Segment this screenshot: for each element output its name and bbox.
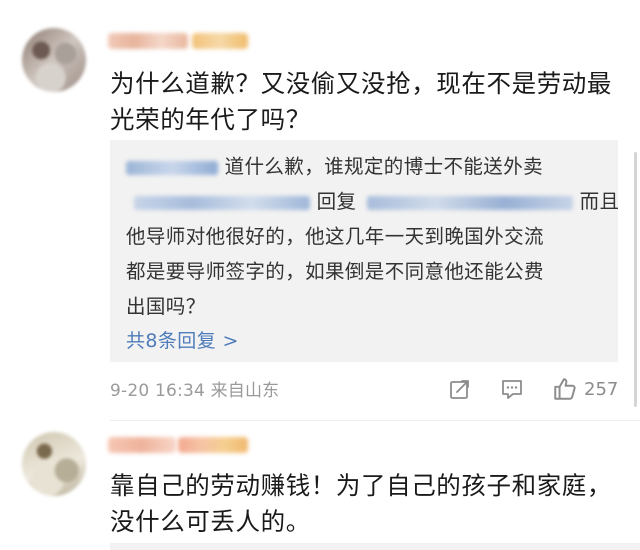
comment-icon [502, 380, 522, 399]
share-button[interactable] [448, 375, 472, 403]
reply-target-blurred[interactable] [367, 195, 574, 210]
comment-text-line: 没什么可丢人的。 [110, 507, 311, 536]
reply-username-blurred[interactable] [126, 160, 218, 175]
username-blurred[interactable] [108, 33, 188, 49]
share-icon [450, 380, 469, 399]
reply-text: 回复 [316, 190, 357, 213]
avatar[interactable] [22, 432, 86, 496]
avatar[interactable] [22, 28, 86, 92]
username-blurred[interactable] [108, 437, 176, 453]
comment-meta: 9-20 16:34 来自山东 [110, 381, 280, 401]
reply-line: 都是要导师签字的，如果倒是不同意他还能公费 [126, 260, 544, 283]
comment-text-line: 光荣的年代了吗？ [110, 105, 311, 134]
reply-text: 而且 [579, 190, 620, 213]
user-badge-blurred [192, 33, 248, 49]
reply-line: 他导师对他很好的，他这几年一天到晚国外交流 [126, 225, 544, 248]
next-reply-box-edge [110, 543, 640, 550]
reply-line: 回复 而且 [126, 185, 619, 214]
thumbs-up-icon [554, 378, 576, 400]
reply-text: 道什么歉，谁规定的博士不能送外卖 [224, 155, 544, 178]
comment-text-line: 靠自己的劳动赚钱！为了自己的孩子和家庭， [110, 471, 612, 500]
comment-button[interactable] [500, 375, 524, 403]
reply-box[interactable]: 道什么歉，谁规定的博士不能送外卖 回复 而且 他导师对他很好的，他这几年一天到晚… [110, 140, 619, 362]
like-count: 257 [584, 378, 619, 400]
view-all-replies-link[interactable]: 共8条回复 > [126, 326, 239, 353]
reply-line: 出国吗？ [126, 295, 206, 318]
comment-text: 为什么道歉？又没偷又没抢，现在不是劳动最 光荣的年代了吗？ [110, 66, 612, 138]
comment-text-line: 为什么道歉？又没偷又没抢，现在不是劳动最 [110, 69, 612, 98]
scrollbar[interactable] [634, 152, 637, 407]
like-button[interactable]: 257 [552, 375, 618, 403]
divider [110, 420, 640, 421]
user-badge-blurred [178, 437, 248, 453]
reply-line: 道什么歉，谁规定的博士不能送外卖 [126, 150, 543, 179]
comment-text: 靠自己的劳动赚钱！为了自己的孩子和家庭， 没什么可丢人的。 [110, 468, 612, 540]
reply-username-blurred[interactable] [134, 195, 310, 210]
